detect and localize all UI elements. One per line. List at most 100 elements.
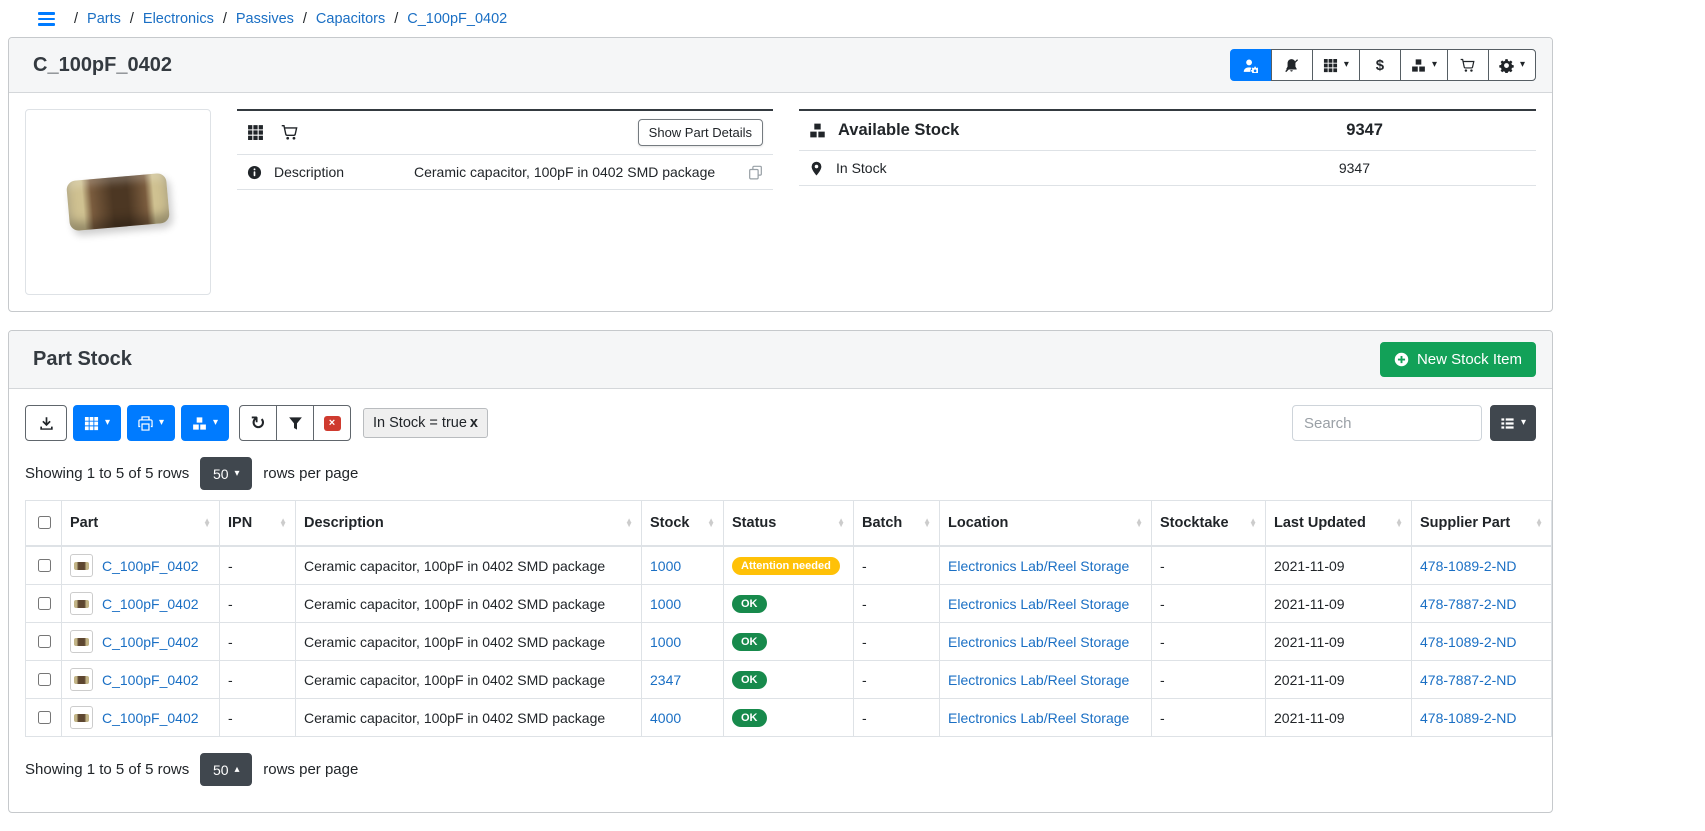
stock-actions-button[interactable]: ▾ [1400, 49, 1448, 81]
location-link[interactable]: Electronics Lab/Reel Storage [948, 558, 1129, 574]
breadcrumb-link-parts[interactable]: Parts [65, 11, 121, 27]
col-part[interactable]: Part [62, 501, 220, 547]
grid-icon[interactable] [247, 124, 264, 141]
supplier-part-link[interactable]: 478-1089-2-ND [1420, 558, 1517, 574]
status-badge: Attention needed [732, 557, 840, 575]
col-last-updated[interactable]: Last Updated [1266, 501, 1412, 547]
sort-icon [707, 519, 715, 528]
last-updated-cell: 2021-11-09 [1266, 585, 1412, 623]
sort-icon [279, 519, 287, 528]
row-checkbox[interactable] [38, 673, 51, 686]
part-image[interactable] [25, 109, 211, 295]
supplier-part-link[interactable]: 478-7887-2-ND [1420, 596, 1517, 612]
table-view-button[interactable]: ▾ [1490, 405, 1536, 441]
copy-icon[interactable] [748, 165, 763, 180]
rows-per-page-label: rows per page [263, 761, 358, 778]
menu-icon[interactable] [38, 12, 55, 26]
col-location[interactable]: Location [940, 501, 1152, 547]
caret-down-icon: ▾ [213, 418, 218, 428]
notifications-button[interactable] [1271, 49, 1313, 81]
caret-down-icon: ▾ [1432, 60, 1437, 70]
filter-chip-remove[interactable]: x [470, 415, 478, 431]
sort-icon [1535, 519, 1543, 528]
reload-table-button[interactable]: ↻ [239, 405, 277, 441]
row-checkbox[interactable] [38, 559, 51, 572]
location-link[interactable]: Electronics Lab/Reel Storage [948, 596, 1129, 612]
cart-icon[interactable] [281, 124, 298, 141]
col-stock[interactable]: Stock [642, 501, 724, 547]
supplier-part-link[interactable]: 478-1089-2-ND [1420, 634, 1517, 650]
description-cell: Ceramic capacitor, 100pF in 0402 SMD pac… [296, 699, 642, 737]
location-link[interactable]: Electronics Lab/Reel Storage [948, 710, 1129, 726]
part-detail-body: Show Part Details Description Ceramic ca… [9, 93, 1552, 311]
location-link[interactable]: Electronics Lab/Reel Storage [948, 634, 1129, 650]
stock-link[interactable]: 4000 [650, 710, 681, 726]
add-filter-button[interactable] [276, 405, 314, 441]
col-description[interactable]: Description [296, 501, 642, 547]
stocktake-cell: - [1152, 623, 1266, 661]
stocktake-cell: - [1152, 661, 1266, 699]
display-options-button[interactable]: ▾ [1312, 49, 1360, 81]
col-supplier-part[interactable]: Supplier Part [1412, 501, 1552, 547]
breadcrumb-link-capacitors[interactable]: Capacitors [294, 11, 385, 27]
stocktake-cell: - [1152, 585, 1266, 623]
part-settings-button[interactable]: ▾ [1488, 49, 1536, 81]
location-link[interactable]: Electronics Lab/Reel Storage [948, 672, 1129, 688]
description-value: Ceramic capacitor, 100pF in 0402 SMD pac… [414, 164, 736, 180]
row-checkbox[interactable] [38, 635, 51, 648]
stock-link[interactable]: 1000 [650, 596, 681, 612]
ipn-cell: - [220, 585, 296, 623]
new-stock-item-button[interactable]: New Stock Item [1380, 342, 1536, 377]
stocktake-cell: - [1152, 699, 1266, 737]
filter-chip[interactable]: In Stock = true x [363, 408, 488, 438]
row-checkbox[interactable] [38, 711, 51, 724]
show-part-details-button[interactable]: Show Part Details [638, 119, 763, 146]
caret-up-icon: ▴ [235, 765, 240, 775]
col-batch[interactable]: Batch [854, 501, 940, 547]
col-label: Batch [862, 515, 902, 531]
in-stock-row: In Stock 9347 [799, 151, 1536, 186]
export-button[interactable] [25, 405, 67, 441]
search-input[interactable] [1292, 405, 1482, 441]
status-badge: OK [732, 671, 767, 689]
last-updated-cell: 2021-11-09 [1266, 546, 1412, 585]
col-ipn[interactable]: IPN [220, 501, 296, 547]
col-status[interactable]: Status [724, 501, 854, 547]
page-size-dropdown[interactable]: 50 ▾ [200, 457, 252, 490]
part-link[interactable]: C_100pF_0402 [102, 672, 199, 688]
part-thumbnail [70, 630, 93, 653]
order-part-button[interactable] [1447, 49, 1489, 81]
part-link[interactable]: C_100pF_0402 [102, 634, 199, 650]
supplier-part-link[interactable]: 478-1089-2-ND [1420, 710, 1517, 726]
col-label: Stock [650, 515, 690, 531]
filter-button-group: ↻ × [239, 405, 351, 441]
pagination-top: Showing 1 to 5 of 5 rows 50 ▾ rows per p… [25, 457, 1536, 490]
breadcrumb-link-electronics[interactable]: Electronics [121, 11, 214, 27]
funnel-icon [288, 416, 303, 431]
part-link[interactable]: C_100pF_0402 [102, 558, 199, 574]
stock-link[interactable]: 2347 [650, 672, 681, 688]
breadcrumb-link-passives[interactable]: Passives [214, 11, 294, 27]
supplier-part-link[interactable]: 478-7887-2-ND [1420, 672, 1517, 688]
pricing-button[interactable]: $ [1359, 49, 1401, 81]
select-all-checkbox[interactable] [38, 516, 51, 529]
description-cell: Ceramic capacitor, 100pF in 0402 SMD pac… [296, 546, 642, 585]
part-thumbnail [70, 668, 93, 691]
page-size-dropdown[interactable]: 50 ▴ [200, 753, 252, 786]
stock-table-header-row: Part IPN Description Stock Status Batch … [26, 501, 1552, 547]
clear-filters-button[interactable]: × [313, 405, 351, 441]
row-checkbox[interactable] [38, 597, 51, 610]
stock-link[interactable]: 1000 [650, 558, 681, 574]
stock-table-toolbar: ▾ ▾ ▾ ↻ [25, 405, 1536, 441]
part-link[interactable]: C_100pF_0402 [102, 710, 199, 726]
breadcrumb-link-part[interactable]: C_100pF_0402 [385, 11, 507, 27]
subscribe-button[interactable] [1230, 49, 1272, 81]
stock-row: C_100pF_0402 - Ceramic capacitor, 100pF … [26, 585, 1552, 623]
stock-table: Part IPN Description Stock Status Batch … [25, 500, 1552, 737]
print-actions-button[interactable]: ▾ [127, 405, 175, 441]
stock-link[interactable]: 1000 [650, 634, 681, 650]
part-link[interactable]: C_100pF_0402 [102, 596, 199, 612]
stock-options-button[interactable]: ▾ [181, 405, 229, 441]
col-stocktake[interactable]: Stocktake [1152, 501, 1266, 547]
columns-dropdown-button[interactable]: ▾ [73, 405, 121, 441]
